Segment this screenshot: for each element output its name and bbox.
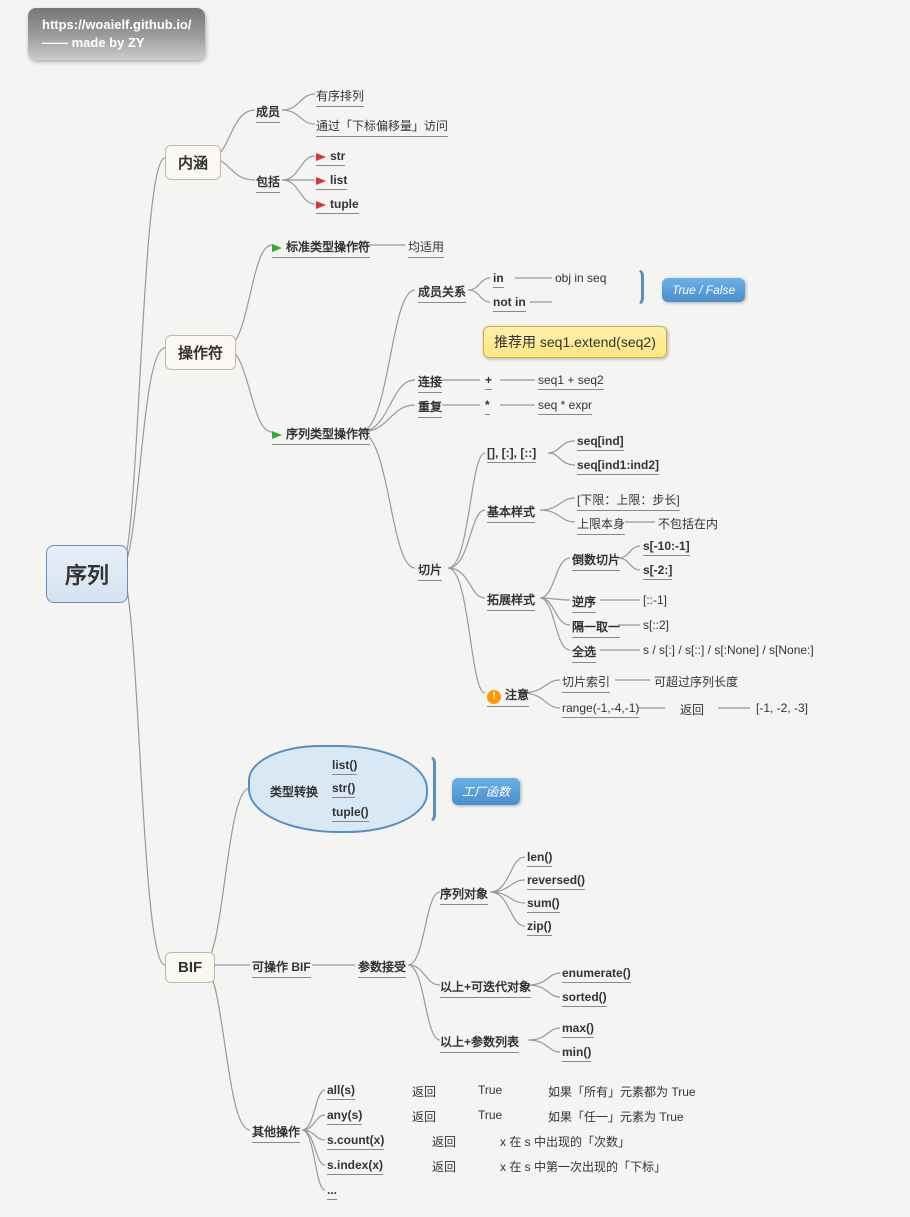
- slice-skip-v: s[::2]: [643, 618, 669, 632]
- op-rep-op: *: [485, 398, 490, 415]
- main-ops: 操作符: [165, 335, 236, 370]
- brace-fac: [428, 755, 436, 823]
- slice-skip: 隔一取一: [572, 618, 620, 638]
- member-2: 通过「下标偏移量」访问: [316, 117, 448, 137]
- o-any: any(s): [327, 1108, 362, 1125]
- slice-b2b: 不包括在内: [658, 515, 718, 532]
- slice-neg1: s[-10:-1]: [643, 539, 690, 556]
- slice-rev-v: [::-1]: [643, 593, 667, 607]
- o-count: s.count(x): [327, 1133, 384, 1150]
- o-any-r: 返回: [412, 1108, 436, 1125]
- watermark: https://woaielf.github.io/ —— made by ZY: [28, 8, 205, 60]
- bif-sum: sum(): [527, 896, 560, 913]
- param: 参数接受: [358, 958, 406, 978]
- slice-note: 注意: [487, 686, 529, 707]
- lbl-include: 包括: [256, 173, 280, 193]
- note-1a: 切片索引: [562, 673, 610, 693]
- seq-ops: 序列类型操作符: [272, 425, 370, 445]
- conv-tuple: tuple(): [332, 805, 369, 822]
- o-all-v: 如果「所有」元素都为 True: [548, 1083, 696, 1100]
- other: 其他操作: [252, 1123, 300, 1143]
- o-all: all(s): [327, 1083, 355, 1100]
- slice: 切片: [418, 561, 442, 581]
- bif-rev: reversed(): [527, 873, 585, 890]
- bif-sorted: sorted(): [562, 990, 607, 1007]
- op-in-v: obj in seq: [555, 271, 606, 285]
- o-any-v: 如果「任一」元素为 True: [548, 1108, 684, 1125]
- slice-idx2: seq[ind1:ind2]: [577, 458, 659, 475]
- slice-b1: [下限：上限：步长]: [577, 491, 680, 511]
- slice-b2a: 上限本身: [577, 515, 625, 535]
- o-count-r: 返回: [432, 1133, 456, 1150]
- o-index: s.index(x): [327, 1158, 383, 1175]
- brace-tf: [636, 268, 644, 306]
- bif-len: len(): [527, 850, 552, 867]
- op-rep-v: seq * expr: [538, 398, 592, 415]
- op-rep: 重复: [418, 398, 442, 418]
- include-str: str: [316, 149, 345, 166]
- mem-rel: 成员关系: [418, 283, 466, 303]
- plist: 以上+参数列表: [440, 1033, 519, 1053]
- opbif: 可操作 BIF: [252, 958, 311, 978]
- op-in: in: [493, 271, 504, 288]
- o-more: ...: [327, 1183, 337, 1200]
- o-index-r: 返回: [432, 1158, 456, 1175]
- o-count-v: x 在 s 中出现的「次数」: [500, 1133, 630, 1150]
- slice-ext: 拓展样式: [487, 591, 535, 611]
- slice-basic: 基本样式: [487, 503, 535, 523]
- wm-author: —— made by ZY: [42, 34, 191, 52]
- main-bif: BIF: [165, 952, 215, 983]
- include-tuple: tuple: [316, 197, 359, 214]
- include-list: list: [316, 173, 347, 190]
- conv-list: list(): [332, 758, 357, 775]
- op-conn: 连接: [418, 373, 442, 393]
- callout-tf: True / False: [662, 278, 745, 302]
- seqobj: 序列对象: [440, 885, 488, 905]
- conv-str: str(): [332, 781, 355, 798]
- op-conn-op: +: [485, 373, 492, 390]
- op-conn-v: seq1 + seq2: [538, 373, 604, 390]
- slice-all-v: s / s[:] / s[::] / s[:None] / s[None:]: [643, 643, 814, 657]
- main-neiran: 内涵: [165, 145, 221, 180]
- slice-idx1: seq[ind]: [577, 434, 624, 451]
- op-notin: not in: [493, 295, 526, 312]
- iter: 以上+可迭代对象: [440, 978, 531, 998]
- slice-rev: 逆序: [572, 593, 596, 613]
- std-ops-v: 均适用: [408, 238, 444, 258]
- note-2c: [-1, -2, -3]: [756, 701, 808, 715]
- o-any-t: True: [478, 1108, 502, 1122]
- slice-neg: 倒数切片: [572, 551, 620, 571]
- o-index-v: x 在 s 中第一次出现的「下标」: [500, 1158, 666, 1175]
- callout-extend: 推荐用 seq1.extend(seq2): [483, 326, 667, 358]
- bif-min: min(): [562, 1045, 591, 1062]
- root-node: 序列: [46, 545, 128, 603]
- o-all-r: 返回: [412, 1083, 436, 1100]
- o-all-t: True: [478, 1083, 502, 1097]
- bif-zip: zip(): [527, 919, 552, 936]
- note-1b: 可超过序列长度: [654, 673, 738, 690]
- note-2a: range(-1,-4,-1): [562, 701, 639, 718]
- std-ops: 标准类型操作符: [272, 238, 370, 258]
- wm-url: https://woaielf.github.io/: [42, 16, 191, 34]
- slice-idx: [], [:], [::]: [487, 446, 536, 463]
- note-2b: 返回: [680, 701, 704, 718]
- member-1: 有序排列: [316, 87, 364, 107]
- bif-max: max(): [562, 1021, 594, 1038]
- slice-all: 全选: [572, 643, 596, 663]
- bif-enum: enumerate(): [562, 966, 631, 983]
- lbl-member: 成员: [256, 103, 280, 123]
- slice-neg2: s[-2:]: [643, 563, 672, 580]
- callout-fac: 工厂函数: [452, 778, 520, 805]
